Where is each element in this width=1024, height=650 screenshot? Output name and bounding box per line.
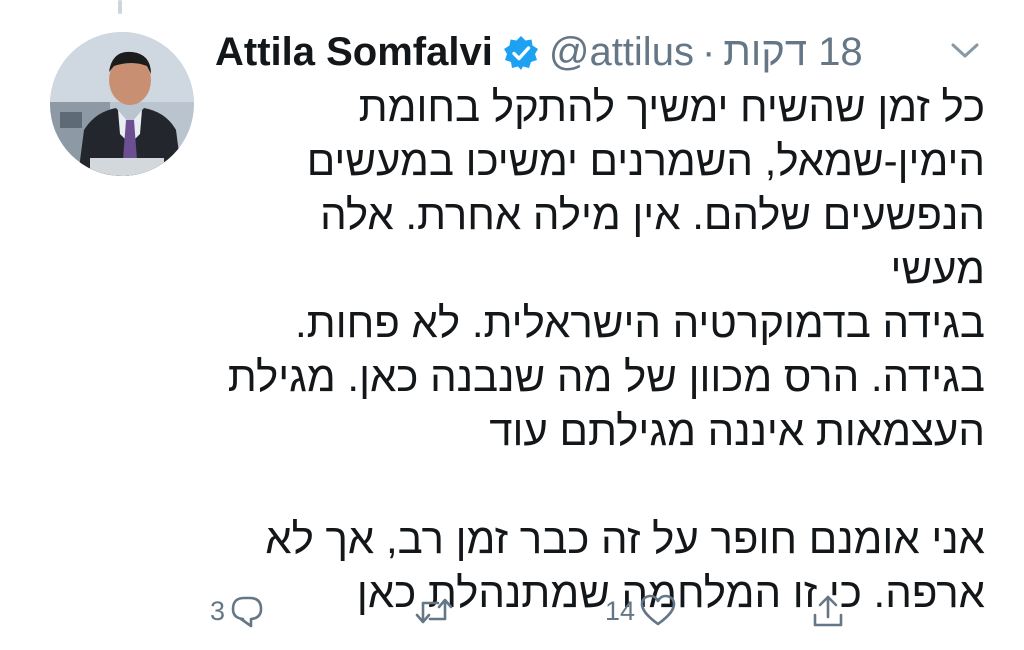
- header-separator: ·: [701, 30, 716, 74]
- heart-icon: [639, 593, 677, 629]
- reply-button[interactable]: 3: [210, 585, 265, 637]
- avatar-image: [50, 32, 194, 176]
- tweet-text-line: העצמאות איננה מגילתם עוד: [489, 407, 985, 454]
- tweet-text-line: הנפשעים שלהם. אין מילה אחרת. אלה מעשי: [320, 191, 985, 292]
- verified-badge-icon: [503, 34, 539, 70]
- tweet-actions-bar: 3 14: [200, 585, 860, 637]
- tweet-text-line: בגידה בדמוקרטיה הישראלית. לא פחות.: [295, 299, 985, 346]
- reply-icon: [229, 593, 265, 629]
- tweet-timestamp[interactable]: 18 דקות: [723, 28, 862, 76]
- share-icon: [810, 593, 846, 629]
- tweet-text-line: כל זמן שהשיח ימשיך להתקל בחומת: [358, 83, 985, 130]
- tweet-text: כל זמן שהשיח ימשיך להתקל בחומת הימין-שמא…: [215, 80, 985, 620]
- tweet-text-line: בגידה. הרס מכוון של מה שנבנה כאן. מגילת: [227, 353, 985, 400]
- like-count: 14: [605, 595, 636, 626]
- chevron-down-icon[interactable]: [948, 36, 982, 64]
- retweet-button[interactable]: [410, 585, 454, 637]
- tweet-header: Attila Somfalvi @attilus · 18 דקות: [215, 28, 914, 76]
- author-name[interactable]: Attila Somfalvi: [215, 28, 493, 76]
- retweet-icon: [414, 593, 454, 629]
- like-button[interactable]: 14: [605, 585, 677, 637]
- author-handle[interactable]: @attilus: [549, 28, 694, 76]
- reply-count: 3: [210, 595, 226, 626]
- avatar[interactable]: [50, 32, 194, 176]
- thread-connector-line: [118, 0, 122, 14]
- tweet-text-line: אני אומנם חופר על זה כבר זמן רב, אך לא: [265, 515, 985, 562]
- share-button[interactable]: [810, 585, 846, 637]
- tweet-text-line: הימין-שמאל, השמרנים ימשיכו במעשים: [306, 137, 985, 184]
- tweet-text-blank-line: [215, 458, 985, 512]
